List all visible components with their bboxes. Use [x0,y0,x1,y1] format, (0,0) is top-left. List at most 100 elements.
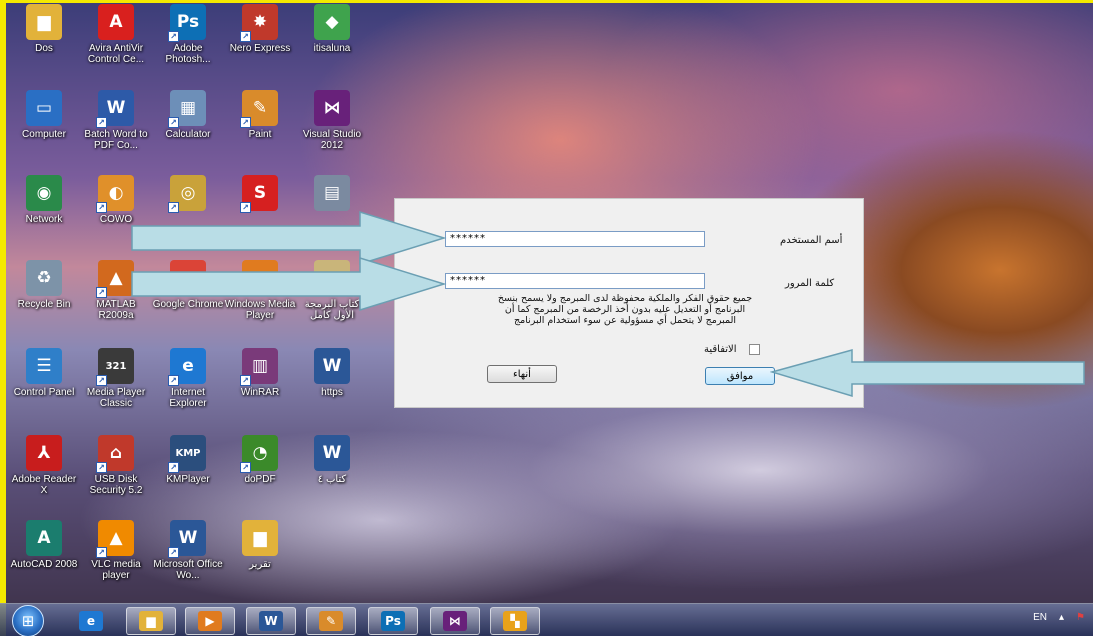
shortcut-arrow-icon: ↗ [240,462,251,473]
desktop-icon-label: Calculator [165,129,211,140]
desktop-icon[interactable]: ⅄ Adobe Reader X [8,435,80,496]
visual-studio-icon: ⋈ [443,611,467,631]
taskbar-item[interactable]: e [66,607,116,635]
desktop-icon[interactable]: ◎ ↗ [152,175,224,214]
desktop-icon[interactable]: ▆ تقرير [224,520,296,570]
desktop-icon-label: Microsoft Office Wo... [153,559,223,581]
desktop-icon[interactable]: W ↗ Microsoft Office Wo... [152,520,224,581]
username-field[interactable]: ****** [445,231,705,247]
taskbar-item[interactable]: Ps [368,607,418,635]
recycle-bin-icon: ♻ [26,260,62,296]
exit-button[interactable]: أنهاء [487,365,557,383]
desktop-icon-label: itisaluna [313,43,351,54]
desktop-icon[interactable]: W ↗ Batch Word to PDF Co... [80,90,152,151]
image-icon: ▤ [314,175,350,211]
taskbar-item[interactable]: ▶ [185,607,235,635]
password-field[interactable]: ****** [445,273,705,289]
language-indicator[interactable]: EN [1033,612,1047,623]
desktop-icon-label: Recycle Bin [17,299,71,310]
shortcut-arrow-icon: ↗ [96,117,107,128]
desktop-icon-label: Network [25,214,63,225]
photoshop-icon: Ps ↗ [168,4,206,42]
desktop-icon-label: Nero Express [229,43,291,54]
action-center-flag-icon[interactable]: ⚑ [1076,612,1085,623]
desktop-icon[interactable]: ⌂ ↗ USB Disk Security 5.2 [80,435,152,496]
desktop-icon-label: USB Disk Security 5.2 [89,474,143,496]
desktop-icon[interactable]: ◆ itisaluna [296,4,368,54]
winrar-icon: ▥ ↗ [240,348,278,386]
copyright-notice: جميع حقوق الفكر والملكية محفوظة لدى المب… [497,293,753,326]
desktop-icon-label: Batch Word to PDF Co... [84,129,148,151]
word-icon: W [259,611,283,631]
desktop-icon[interactable]: ▭ Computer [8,90,80,140]
shortcut-arrow-icon: ↗ [168,462,179,473]
desktop-icon[interactable]: ♻ Recycle Bin [8,260,80,310]
kmplayer-icon: KMP ↗ [168,435,206,473]
desktop-icon[interactable]: Ps ↗ Adobe Photosh... [152,4,224,65]
desktop-icon[interactable]: A Avira AntiVir Control Ce... [80,4,152,65]
desktop-icon[interactable]: ▥ ↗ WinRAR [224,348,296,398]
shortcut-arrow-icon: ↗ [240,31,251,42]
desktop-icon[interactable]: ✎ ↗ Paint [224,90,296,140]
start-button[interactable]: ⊞ [12,605,44,636]
desktop-icon[interactable]: ◔ ↗ doPDF [224,435,296,485]
desktop-icon[interactable]: Whttps [296,348,368,398]
desktop-icon[interactable]: e ↗ Internet Explorer [152,348,224,409]
s-app-icon: S ↗ [240,175,278,213]
agreement-checkbox[interactable] [749,344,760,355]
shortcut-arrow-icon: ↗ [168,375,179,386]
desktop-icon-label: WinRAR [240,387,280,398]
computer-icon: ▭ [26,90,62,126]
shortcut-arrow-icon: ↗ [168,547,179,558]
show-hidden-icons-icon[interactable]: ▴ [1059,612,1064,623]
paint-icon: ✎ [319,611,343,631]
ms-word-icon: W ↗ [168,520,206,558]
shortcut-arrow-icon: ↗ [96,287,107,298]
folder-icon: ▆ [242,520,278,556]
desktop-icon[interactable]: ▆ Dos [8,4,80,54]
adobe-reader-icon: ⅄ [26,435,62,471]
desktop-icon[interactable]: S ↗ [224,175,296,214]
arabic-app-icon: ◎ ↗ [168,175,206,213]
desktop-icon[interactable]: ✸ ↗ Nero Express [224,4,296,54]
desktop-icon-label: doPDF [244,474,276,485]
shortcut-arrow-icon: ↗ [240,117,251,128]
taskbar-item[interactable]: ✎ [306,607,356,635]
desktop-icon[interactable]: ▤ [296,175,368,214]
desktop-icon[interactable]: A AutoCAD 2008 [8,520,80,570]
left-border-strip [0,0,6,636]
shortcut-arrow-icon: ↗ [96,375,107,386]
shortcut-arrow-icon: ↗ [96,462,107,473]
internet-explorer-icon: e [79,611,103,631]
taskbar-item[interactable]: ▚ [490,607,540,635]
desktop-icon[interactable]: KMP ↗ KMPlayer [152,435,224,485]
batch-word-pdf-icon: W ↗ [96,90,134,128]
ok-hint-arrow [770,349,1085,398]
nero-icon: ✸ ↗ [240,4,278,42]
folder-icon: ▆ [26,4,62,40]
network-icon: ◉ [26,175,62,211]
desktop-icon-label: Adobe Reader X [11,474,77,496]
desktop-icon-label: Visual Studio 2012 [302,129,362,151]
desktop-icon[interactable]: ◉ Network [8,175,80,225]
desktop-icon[interactable]: ▲ ↗ VLC media player [80,520,152,581]
desktop-icon[interactable]: ▦ ↗ Calculator [152,90,224,140]
desktop-icon-label: Media Player Classic [86,387,146,409]
shortcut-arrow-icon: ↗ [168,117,179,128]
internet-explorer-icon: e ↗ [168,348,206,386]
desktop-icon[interactable]: W كتاب ٤ [296,435,368,485]
desktop-icon[interactable]: ⋈ Visual Studio 2012 [296,90,368,151]
desktop-icon[interactable]: ☰ Control Panel [8,348,80,398]
word-document-icon: W [314,348,350,384]
desktop-icon-label: KMPlayer [166,474,210,485]
taskbar-item[interactable]: ⋈ [430,607,480,635]
taskbar-item[interactable]: W [246,607,296,635]
system-tray: EN ▴ ⚑ [1033,612,1085,623]
ok-button[interactable]: موافق [705,367,775,385]
taskbar-item[interactable]: ▆ [126,607,176,635]
desktop-icon[interactable]: 321 ↗ Media Player Classic [80,348,152,409]
desktop-icon-label: كتاب ٤ [317,474,347,485]
mpc-icon: 321 ↗ [96,348,134,386]
shortcut-arrow-icon: ↗ [240,375,251,386]
desktop-icon-label: Adobe Photosh... [165,43,211,65]
